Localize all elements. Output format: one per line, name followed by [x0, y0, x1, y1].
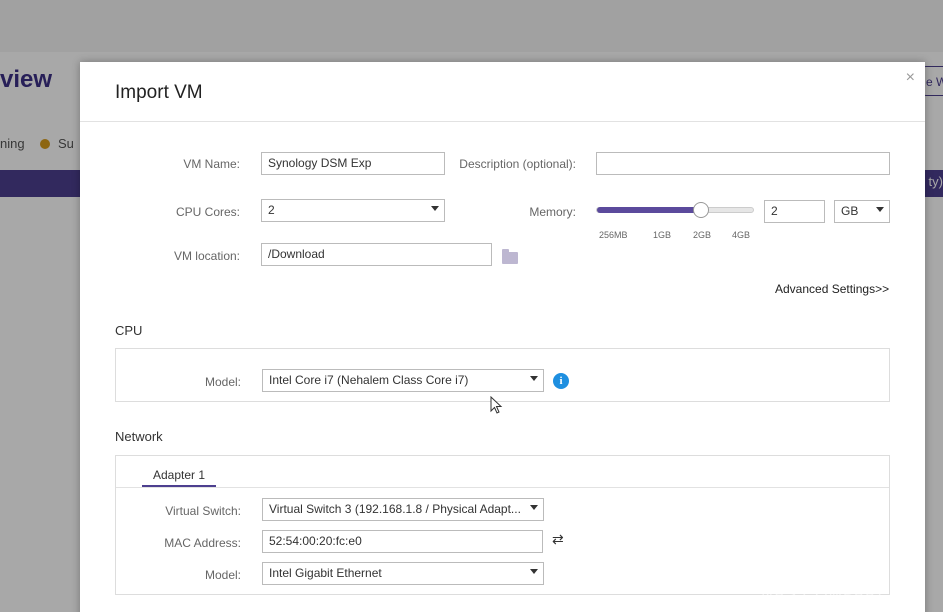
vm-name-input[interactable]: Synology DSM Exp: [261, 152, 445, 175]
network-section-box: Adapter 1 Virtual Switch: Virtual Switch…: [115, 455, 890, 595]
tab-adapter-1[interactable]: Adapter 1: [153, 468, 205, 482]
cpu-model-label: Model:: [204, 375, 241, 389]
info-icon[interactable]: i: [553, 373, 569, 389]
mouse-cursor-icon: [490, 396, 503, 414]
advanced-settings-link[interactable]: Advanced Settings>>: [775, 282, 889, 296]
memory-tick-label: 1GB: [653, 230, 672, 240]
memory-slider-handle[interactable]: [693, 202, 709, 218]
memory-slider[interactable]: [596, 202, 754, 218]
memory-size-input[interactable]: 2: [764, 200, 825, 223]
folder-icon[interactable]: [502, 249, 518, 264]
mac-address-input[interactable]: 52:54:00:20:fc:e0: [262, 530, 543, 553]
memory-slider-fill: [597, 207, 701, 213]
cpu-cores-select[interactable]: 2: [261, 199, 445, 222]
virtual-switch-select[interactable]: Virtual Switch 3 (192.168.1.8 / Physical…: [262, 498, 544, 521]
cpu-model-select[interactable]: Intel Core i7 (Nehalem Class Core i7): [262, 369, 544, 392]
network-model-label: Model:: [204, 568, 241, 582]
memory-unit-select[interactable]: GB: [834, 200, 890, 223]
memory-tick-label: 4GB: [732, 230, 751, 240]
memory-label: Memory:: [529, 205, 576, 219]
tab-divider: [116, 487, 889, 488]
network-section-title: Network: [115, 429, 163, 444]
cpu-model-value: Intel Core i7 (Nehalem Class Core i7): [269, 373, 469, 387]
description-input[interactable]: [596, 152, 890, 175]
cpu-section-title: CPU: [115, 323, 143, 338]
virtual-switch-label: Virtual Switch:: [165, 504, 241, 518]
cpu-section-box: Model: Intel Core i7 (Nehalem Class Core…: [115, 348, 890, 402]
mac-address-label: MAC Address:: [164, 536, 241, 550]
watermark-text: NAS COMPARES: [761, 586, 901, 603]
chevron-down-icon: [431, 206, 439, 211]
description-label: Description (optional):: [459, 157, 576, 171]
cpu-cores-label: CPU Cores:: [175, 205, 240, 219]
chevron-down-icon: [530, 569, 538, 574]
network-model-select[interactable]: Intel Gigabit Ethernet: [262, 562, 544, 585]
cpu-cores-value: 2: [268, 203, 275, 217]
chevron-down-icon: [530, 505, 538, 510]
title-divider: [80, 121, 925, 122]
vm-location-label: VM location:: [173, 249, 240, 263]
vm-name-label: VM Name:: [183, 157, 240, 171]
memory-tick-label: 2GB: [693, 230, 712, 240]
memory-unit-value: GB: [841, 204, 859, 218]
vm-location-input[interactable]: /Download: [261, 243, 492, 266]
import-vm-dialog: Import VM × VM Name: Synology DSM Exp De…: [80, 62, 925, 612]
chevron-down-icon: [530, 376, 538, 381]
memory-tick-label: 256MB: [599, 230, 628, 240]
shuffle-icon[interactable]: ⇄: [552, 531, 564, 548]
close-icon[interactable]: ×: [906, 69, 915, 87]
virtual-switch-value: Virtual Switch 3 (192.168.1.8 / Physical…: [269, 502, 521, 516]
network-model-value: Intel Gigabit Ethernet: [269, 566, 382, 580]
dialog-title: Import VM: [115, 82, 203, 103]
chevron-down-icon: [876, 207, 884, 212]
